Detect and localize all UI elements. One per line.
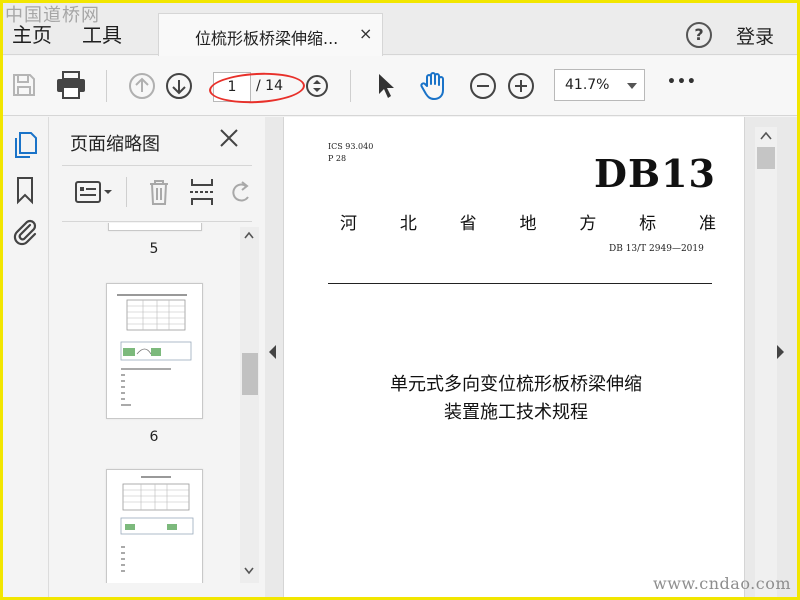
thumbnail-preview (117, 294, 192, 406)
thumbnail-label: 5 (149, 241, 159, 257)
more-tools-icon[interactable]: ••• (667, 74, 697, 90)
tab-close-icon[interactable]: × (359, 24, 372, 43)
app-window: 中国道桥网 主页 工具 位梳形板桥梁伸缩... × ? 登录 1 / 14 41… (3, 3, 797, 597)
document-title: 单元式多向变位梳形板桥梁伸缩 装置施工技术规程 (390, 374, 642, 423)
close-icon[interactable] (218, 127, 240, 149)
watermark-bottom: www.cndao.com (653, 574, 792, 593)
hand-tool-icon[interactable] (418, 70, 450, 102)
chevron-up-icon[interactable] (760, 131, 772, 140)
menu-home[interactable]: 主页 (12, 19, 52, 48)
toolbar-separator (126, 177, 127, 207)
chevron-down-icon (627, 83, 637, 89)
toolbar-separator (350, 70, 351, 102)
ics-code: ICS 93.040 P 28 (328, 142, 374, 163)
scrollbar-thumb[interactable] (757, 147, 775, 169)
thumbnails-list: 5 6 (50, 223, 238, 583)
divider (62, 221, 252, 222)
toolbar: 1 / 14 41.7% ••• (3, 56, 797, 116)
chevron-down-icon[interactable] (244, 567, 254, 577)
left-rail (3, 117, 49, 597)
document-page: ICS 93.040 P 28 DB13 河 北 省 地 方 标 准 DB 13… (283, 117, 745, 597)
help-icon[interactable]: ? (686, 22, 712, 48)
document-tab[interactable]: 位梳形板桥梁伸缩... × (158, 13, 383, 56)
thumbnails-scrollbar[interactable] (240, 227, 259, 583)
menu-bar: 中国道桥网 主页 工具 位梳形板桥梁伸缩... × ? 登录 (3, 3, 797, 56)
thumbnail-label: 6 (149, 429, 159, 445)
thumbnails-title: 页面缩略图 (70, 134, 160, 155)
zoom-out-icon[interactable] (469, 72, 497, 100)
document-viewer[interactable]: ICS 93.040 P 28 DB13 河 北 省 地 方 标 准 DB 13… (265, 117, 797, 597)
collapse-right-icon[interactable] (777, 345, 784, 359)
thumbnail-preview (120, 476, 194, 572)
insert-page-icon[interactable] (188, 177, 216, 207)
menu-tools[interactable]: 工具 (82, 19, 122, 48)
next-page-icon[interactable] (165, 72, 193, 100)
thumbnail-page[interactable] (106, 283, 203, 419)
page-stepper-icon[interactable] (304, 73, 330, 99)
scrollbar-thumb[interactable] (242, 353, 258, 395)
standard-number: DB 13/T 2949—2019 (609, 244, 704, 254)
document-scrollbar[interactable] (755, 127, 777, 597)
bookmark-icon[interactable] (14, 175, 36, 205)
thumbnails-panel: 页面缩略图 5 6 (50, 117, 264, 587)
db-code: DB13 (594, 151, 716, 196)
thumbnail-page[interactable] (108, 223, 202, 231)
tab-title: 位梳形板桥梁伸缩... (195, 29, 339, 48)
zoom-in-icon[interactable] (507, 72, 535, 100)
trash-icon[interactable] (146, 177, 172, 207)
attachment-icon[interactable] (10, 217, 40, 247)
divider-line (328, 283, 712, 284)
thumbnail-options-icon[interactable] (74, 179, 114, 205)
select-pointer-icon[interactable] (375, 72, 397, 100)
print-icon[interactable] (55, 70, 87, 100)
toolbar-separator (106, 70, 107, 102)
zoom-value: 41.7% (565, 77, 610, 93)
standard-name: 河 北 省 地 方 标 准 (340, 214, 716, 234)
divider (62, 165, 252, 166)
prev-page-icon[interactable] (128, 72, 156, 100)
chevron-up-icon[interactable] (244, 231, 254, 241)
collapse-left-icon[interactable] (269, 345, 276, 359)
save-icon[interactable] (11, 72, 37, 98)
page-thumbnails-icon[interactable] (12, 131, 38, 159)
zoom-select[interactable]: 41.7% (554, 69, 645, 101)
thumbnail-page[interactable] (106, 469, 203, 583)
login-button[interactable]: 登录 (736, 22, 774, 49)
undo-icon[interactable] (228, 179, 254, 205)
